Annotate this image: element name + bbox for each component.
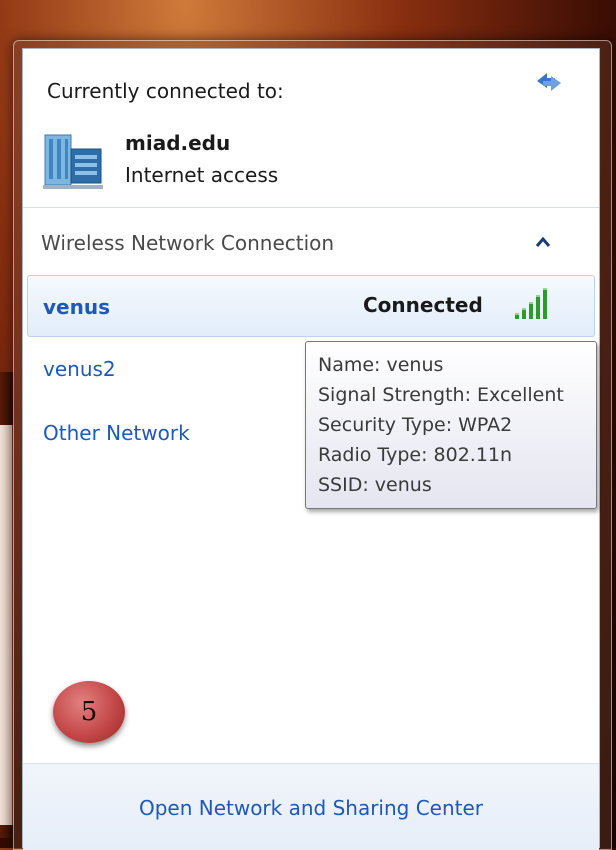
open-network-sharing-center-link[interactable]: Open Network and Sharing Center (23, 796, 599, 820)
tooltip-name: Name: venus (318, 354, 444, 376)
step-number-badge: 5 (53, 681, 125, 743)
network-name-venus2[interactable]: venus2 (43, 357, 116, 381)
signal-strength-icon (515, 288, 547, 319)
network-details-tooltip: Name: venus Signal Strength: Excellent S… (305, 341, 597, 509)
current-network-access: Internet access (125, 163, 279, 187)
network-row-venus[interactable] (27, 275, 595, 337)
tooltip-radio-type: Radio Type: 802.11n (318, 444, 513, 466)
network-building-icon (43, 134, 103, 189)
chevron-up-icon[interactable] (535, 235, 551, 249)
current-network-name: miad.edu (125, 131, 231, 155)
connection-status: Connected (363, 293, 483, 317)
network-name-other[interactable]: Other Network (43, 421, 190, 445)
wireless-section-header[interactable]: Wireless Network Connection (41, 231, 334, 255)
refresh-icon[interactable] (531, 67, 567, 97)
section-divider (23, 207, 599, 208)
background-window-content (0, 425, 14, 825)
tooltip-ssid: SSID: venus (318, 474, 432, 496)
flyout-footer: Open Network and Sharing Center (23, 763, 599, 850)
network-name-venus[interactable]: venus (43, 295, 110, 319)
currently-connected-label: Currently connected to: (47, 79, 284, 103)
network-flyout-panel: Currently connected to: miad.edu Interne… (22, 48, 600, 850)
tooltip-signal-strength: Signal Strength: Excellent (318, 384, 564, 406)
tooltip-security-type: Security Type: WPA2 (318, 414, 513, 436)
